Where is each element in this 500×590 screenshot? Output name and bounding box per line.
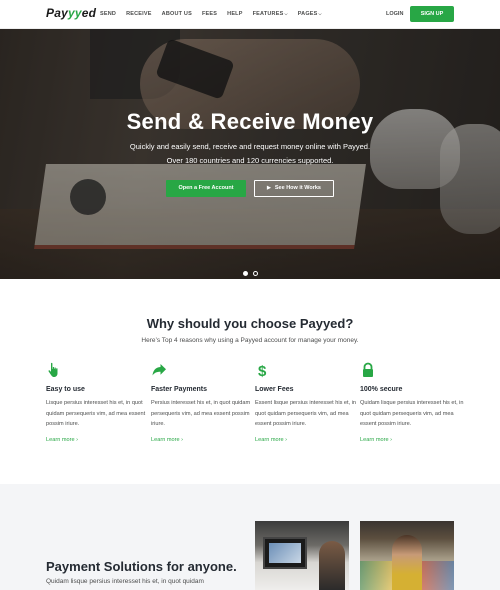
learn-more-link[interactable]: Learn more › [151, 437, 256, 443]
open-account-button[interactable]: Open a Free Account [166, 180, 246, 197]
learn-more-link[interactable]: Learn more › [255, 437, 360, 443]
feature-faster-payments: Faster Payments Persius interesset his e… [151, 362, 256, 443]
feature-title: Faster Payments [151, 386, 208, 393]
dollar-icon: $ [258, 363, 267, 378]
site-header: Payyyed SEND RECEIVE ABOUT US FEES HELP … [0, 0, 500, 29]
hero-overlay [0, 29, 500, 279]
nav-about-us[interactable]: ABOUT US [162, 11, 192, 17]
play-icon: ▶ [267, 185, 271, 191]
payment-section-title: Payment Solutions for anyone. [46, 559, 237, 574]
nav-pages-label: PAGES [297, 11, 318, 17]
chevron-down-icon: ⌵ [318, 11, 322, 16]
chevron-right-icon: › [285, 436, 288, 443]
payment-image-shopper [360, 521, 454, 590]
learn-more-label: Learn more [46, 436, 75, 443]
chevron-right-icon: › [76, 436, 79, 443]
payment-section-text: Quidam lisque persius interesset his et,… [46, 578, 204, 585]
feature-text: Persius interesset his et, in quot quida… [151, 400, 251, 427]
share-arrow-icon [152, 364, 166, 376]
hero-title: Send & Receive Money [126, 109, 374, 134]
learn-more-link[interactable]: Learn more › [360, 437, 465, 443]
chevron-right-icon: › [390, 436, 393, 443]
logo[interactable]: Payyyed [46, 6, 96, 20]
hero-banner: Send & Receive Money Quickly and easily … [0, 29, 500, 279]
nav-receive[interactable]: RECEIVE [126, 11, 152, 17]
logo-accent: yy [67, 6, 82, 20]
feature-100-secure: 100% secure Quidam lisque persius intere… [360, 362, 465, 443]
feature-title: 100% secure [360, 386, 403, 393]
feature-easy-to-use: Easy to use Lisque persius interesset hi… [46, 362, 151, 443]
chevron-down-icon: ⌵ [284, 11, 288, 16]
login-link[interactable]: LOGIN [386, 11, 403, 17]
lock-icon [363, 362, 373, 377]
learn-more-label: Learn more [360, 436, 389, 443]
feature-text: Lisque persius interesset his et, in quo… [46, 400, 146, 427]
hero-subtitle-line-1: Quickly and easily send, receive and req… [129, 142, 371, 151]
see-how-it-works-button[interactable]: ▶ See How it Works [254, 180, 334, 197]
slider-dot-2[interactable] [253, 271, 258, 276]
slider-dot-1[interactable] [243, 271, 248, 276]
learn-more-label: Learn more [255, 436, 284, 443]
nav-fees[interactable]: FEES [202, 11, 217, 17]
learn-more-label: Learn more [151, 436, 180, 443]
photo-person [392, 535, 422, 590]
chevron-right-icon: › [181, 436, 184, 443]
nav-pages[interactable]: PAGES⌵ [298, 11, 322, 17]
hero-subtitle-line-2: Over 180 countries and 120 currencies su… [166, 156, 334, 165]
feature-title: Easy to use [46, 386, 85, 393]
hand-pointer-icon [48, 362, 58, 377]
feature-text: Essent lisque persius interesset his et,… [255, 400, 357, 427]
feature-title: Lower Fees [255, 386, 294, 393]
logo-prefix: Pay [46, 6, 68, 20]
svg-text:$: $ [258, 363, 267, 378]
nav-features-label: FEATURES [252, 11, 284, 17]
see-how-label: See How it Works [274, 185, 321, 191]
feature-lower-fees: $ Lower Fees Essent lisque persius inter… [255, 362, 360, 443]
main-nav: SEND RECEIVE ABOUT US FEES HELP FEATURES… [100, 11, 332, 17]
photo-monitor [263, 537, 307, 569]
learn-more-link[interactable]: Learn more › [46, 437, 151, 443]
nav-help[interactable]: HELP [227, 11, 242, 17]
nav-send[interactable]: SEND [100, 11, 116, 17]
why-section-subtitle: Here’s Top 4 reasons why using a Payyed … [141, 337, 359, 344]
logo-suffix: ed [81, 6, 97, 20]
signup-button[interactable]: SIGN UP [410, 6, 454, 22]
feature-text: Quidam lisque persius interesset his et,… [360, 400, 464, 427]
slider-dots [243, 271, 258, 276]
why-section-title: Why should you choose Payyed? [146, 316, 354, 331]
nav-features[interactable]: FEATURES⌵ [253, 11, 288, 17]
photo-person [319, 541, 345, 590]
payment-image-desk [255, 521, 349, 590]
